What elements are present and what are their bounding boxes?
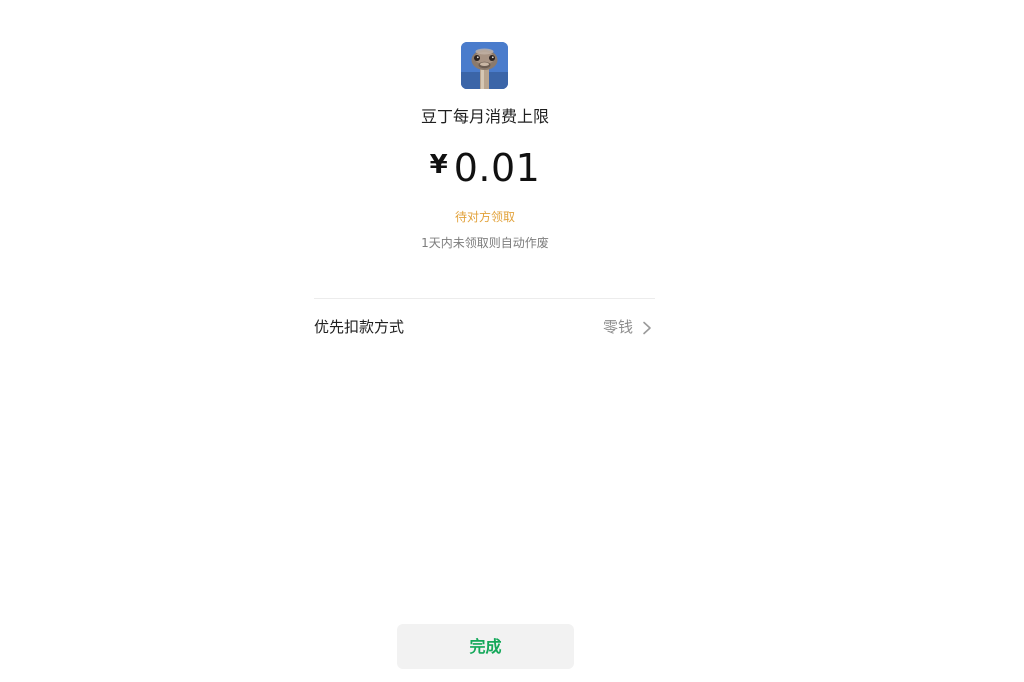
- chevron-right-icon: [641, 320, 653, 335]
- payment-method-label: 优先扣款方式: [314, 318, 405, 336]
- done-button[interactable]: 完成: [397, 624, 574, 669]
- amount-value: 0.01: [453, 146, 541, 190]
- amount-display: ¥0.01: [0, 142, 970, 199]
- payment-method-row[interactable]: 优先扣款方式 零钱: [314, 310, 655, 344]
- status-text: 待对方领取: [454, 210, 515, 224]
- expiry-note: 1天内未领取则自动作废: [421, 236, 549, 250]
- payment-method-value: 零钱: [602, 318, 633, 336]
- divider: [314, 298, 655, 299]
- transfer-result-page: 豆丁每月消费上限 ¥0.01 待对方领取 1天内未领取则自动作废 优先扣款方式 …: [0, 0, 1024, 682]
- currency-symbol: ¥: [429, 150, 448, 180]
- transfer-title: 豆丁每月消费上限: [420, 107, 549, 126]
- ostrich-avatar: [461, 42, 508, 89]
